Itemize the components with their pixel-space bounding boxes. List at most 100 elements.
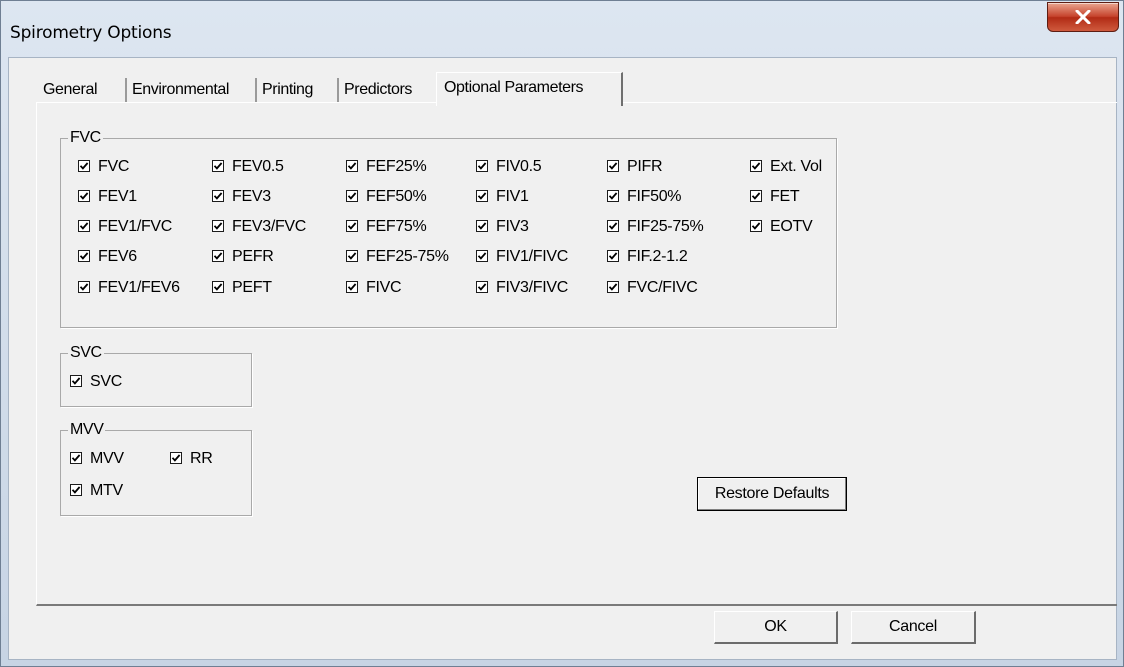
checkbox-box[interactable] [476, 281, 488, 293]
checkmark-icon [347, 222, 357, 230]
tab-label: Printing [262, 81, 314, 98]
checkbox-label: FEF50% [366, 188, 427, 205]
close-icon [1075, 10, 1091, 24]
checkmark-icon [79, 252, 89, 260]
checkbox-label: FIV0.5 [496, 158, 542, 175]
fvc-group-legend: FVC [68, 129, 103, 147]
checkbox-label: FEV0.5 [232, 158, 284, 175]
checkbox-box[interactable] [212, 281, 224, 293]
checkbox-box[interactable] [346, 160, 358, 172]
checkbox-label: EOTV [770, 218, 813, 235]
checkmark-icon [347, 252, 357, 260]
checkbox-label: FIF50% [627, 188, 682, 205]
checkbox-label: FET [770, 188, 800, 205]
window-title: Spirometry Options [10, 23, 172, 43]
checkbox-label: FEV3/FVC [232, 218, 307, 235]
checkbox-box[interactable] [346, 281, 358, 293]
tab-label: Optional Parameters [444, 79, 584, 96]
tab-label: General [43, 81, 98, 98]
checkmark-icon [171, 454, 181, 462]
checkbox-box[interactable] [476, 250, 488, 262]
checkmark-icon [347, 162, 357, 170]
tab-optional-parameters[interactable]: Optional Parameters [436, 72, 623, 106]
cancel-button[interactable]: Cancel [851, 611, 976, 644]
checkmark-icon [477, 162, 487, 170]
checkbox-box[interactable] [346, 250, 358, 262]
tab-label: Environmental [132, 81, 230, 98]
checkbox-box[interactable] [476, 160, 488, 172]
checkmark-icon [347, 283, 357, 291]
checkbox-label: FVC/FIVC [627, 279, 698, 296]
checkmark-icon [477, 283, 487, 291]
checkmark-icon [751, 222, 761, 230]
checkbox-label: RR [190, 450, 213, 467]
checkbox-box[interactable] [212, 190, 224, 202]
checkbox-box[interactable] [78, 220, 90, 232]
restore-defaults-button[interactable]: Restore Defaults [697, 477, 847, 511]
checkbox-box[interactable] [346, 190, 358, 202]
checkmark-icon [751, 192, 761, 200]
checkmark-icon [79, 222, 89, 230]
checkmark-icon [477, 192, 487, 200]
checkbox-label: PEFR [232, 248, 274, 265]
checkbox-label: FIF.2-1.2 [627, 248, 688, 265]
ok-button[interactable]: OK [714, 611, 838, 644]
checkbox-label: FEV1 [98, 188, 137, 205]
checkbox-label: PEFT [232, 279, 272, 296]
mvv-group-legend: MVV [68, 421, 106, 439]
checkbox-box[interactable] [78, 190, 90, 202]
checkmark-icon [213, 222, 223, 230]
checkbox-box[interactable] [607, 220, 619, 232]
checkbox-box[interactable] [476, 190, 488, 202]
checkbox-label: FIV3 [496, 218, 529, 235]
checkmark-icon [213, 192, 223, 200]
checkbox-label: MVV [90, 450, 124, 467]
checkbox-box[interactable] [476, 220, 488, 232]
title-bar[interactable]: Spirometry Options [1, 1, 1123, 57]
tab-environmental[interactable]: Environmental [127, 78, 257, 103]
checkmark-icon [477, 222, 487, 230]
checkmark-icon [608, 162, 618, 170]
checkmark-icon [71, 486, 81, 494]
checkbox-box[interactable] [170, 452, 182, 464]
mvv-group: MVV [60, 421, 252, 516]
tab-general[interactable]: General [38, 78, 127, 103]
close-button[interactable] [1047, 2, 1119, 32]
checkmark-icon [213, 252, 223, 260]
checkmark-icon [477, 252, 487, 260]
checkbox-box[interactable] [78, 160, 90, 172]
checkbox-label: FIV1/FIVC [496, 248, 568, 265]
checkbox-box[interactable] [70, 484, 82, 496]
tab-printing[interactable]: Printing [257, 78, 339, 103]
checkbox-box[interactable] [750, 190, 762, 202]
checkmark-icon [71, 454, 81, 462]
fvc-group: FVC [60, 129, 837, 328]
checkbox-box[interactable] [212, 250, 224, 262]
tab-strip: General Environmental Printing Predictor… [9, 58, 1116, 106]
checkbox-box[interactable] [607, 281, 619, 293]
dialog-client-area: General Environmental Printing Predictor… [8, 57, 1117, 660]
checkbox-box[interactable] [78, 281, 90, 293]
checkbox-box[interactable] [212, 220, 224, 232]
checkbox-box[interactable] [750, 220, 762, 232]
checkmark-icon [213, 162, 223, 170]
checkbox-box[interactable] [70, 452, 82, 464]
checkbox-label: Ext. Vol [770, 158, 822, 175]
checkbox-label: MTV [90, 482, 123, 499]
checkbox-label: FVC [98, 158, 130, 175]
checkmark-icon [608, 252, 618, 260]
checkbox-label: FIF25-75% [627, 218, 704, 235]
checkbox-box[interactable] [607, 190, 619, 202]
checkbox-box[interactable] [750, 160, 762, 172]
checkbox-box[interactable] [70, 375, 82, 387]
tab-predictors[interactable]: Predictors [339, 78, 438, 103]
checkbox-box[interactable] [78, 250, 90, 262]
checkbox-box[interactable] [607, 160, 619, 172]
checkbox-box[interactable] [346, 220, 358, 232]
checkbox-label: FEV1/FEV6 [98, 279, 180, 296]
checkbox-box[interactable] [212, 160, 224, 172]
checkbox-label: FEV1/FVC [98, 218, 173, 235]
checkbox-label: SVC [90, 373, 122, 390]
checkmark-icon [751, 162, 761, 170]
checkbox-box[interactable] [607, 250, 619, 262]
